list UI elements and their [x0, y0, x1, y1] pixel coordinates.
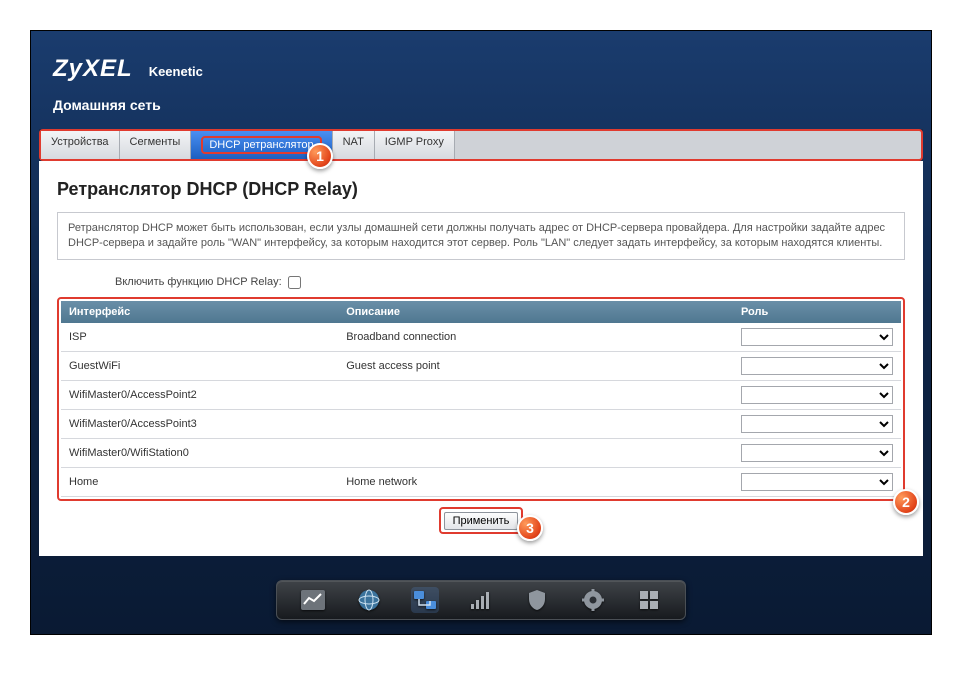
content-shell: Устройства Сегменты DHCP ретранслятор NA…	[39, 129, 923, 556]
cell-role	[733, 409, 901, 438]
table-row: HomeHome network	[61, 467, 901, 496]
model-label: Keenetic	[149, 64, 203, 79]
tab-devices[interactable]: Устройства	[41, 131, 120, 159]
brand-logo: ZyXEL	[53, 55, 133, 83]
cell-description: Home network	[338, 467, 733, 496]
dock-wrap	[31, 556, 931, 634]
role-select[interactable]	[741, 473, 893, 491]
globe-icon	[358, 589, 380, 611]
cell-interface: Home	[61, 467, 338, 496]
role-select[interactable]	[741, 328, 893, 346]
stats-icon	[301, 590, 325, 610]
dock-network[interactable]	[411, 587, 439, 613]
cell-description	[338, 438, 733, 467]
dock-wifi[interactable]	[467, 587, 495, 613]
apply-row: Применить 3	[57, 507, 905, 534]
section-title: Домашняя сеть	[53, 97, 909, 113]
role-select[interactable]	[741, 357, 893, 375]
info-text: Ретранслятор DHCP может быть использован…	[57, 212, 905, 260]
cell-description	[338, 409, 733, 438]
tab-dhcp-relay-highlight: DHCP ретранслятор	[201, 136, 321, 154]
apps-icon	[639, 590, 659, 610]
app-window: ZyXEL Keenetic Домашняя сеть Устройства …	[30, 30, 932, 635]
network-icon	[412, 589, 438, 611]
cell-role	[733, 323, 901, 352]
cell-interface: WifiMaster0/AccessPoint3	[61, 409, 338, 438]
interface-table-highlight: Интерфейс Описание Роль ISPBroadband con…	[57, 297, 905, 501]
cell-interface: ISP	[61, 323, 338, 352]
tab-bar: Устройства Сегменты DHCP ретранслятор NA…	[39, 129, 923, 161]
dock-settings[interactable]	[579, 587, 607, 613]
header: ZyXEL Keenetic Домашняя сеть	[31, 49, 931, 121]
table-row: WifiMaster0/WifiStation0	[61, 438, 901, 467]
cell-role	[733, 380, 901, 409]
apply-button[interactable]: Применить	[444, 512, 519, 530]
dock-shield[interactable]	[523, 587, 551, 613]
tab-nat[interactable]: NAT	[333, 131, 375, 159]
cell-interface: WifiMaster0/AccessPoint2	[61, 380, 338, 409]
dock-apps[interactable]	[635, 587, 663, 613]
page-heading: Ретранслятор DHCP (DHCP Relay)	[57, 179, 905, 200]
tab-igmp-proxy[interactable]: IGMP Proxy	[375, 131, 455, 159]
callout-marker-2: 2	[893, 489, 919, 515]
table-row: WifiMaster0/AccessPoint3	[61, 409, 901, 438]
cell-interface: GuestWiFi	[61, 351, 338, 380]
dock	[276, 580, 686, 620]
cell-role	[733, 351, 901, 380]
main-panel: Ретранслятор DHCP (DHCP Relay) Ретрансля…	[39, 161, 923, 556]
enable-row: Включить функцию DHCP Relay:	[57, 272, 905, 297]
apply-highlight: Применить	[439, 507, 524, 534]
role-select[interactable]	[741, 415, 893, 433]
cell-description: Broadband connection	[338, 323, 733, 352]
interface-table: Интерфейс Описание Роль ISPBroadband con…	[61, 301, 901, 497]
table-row: GuestWiFiGuest access point	[61, 351, 901, 380]
col-role: Роль	[733, 301, 901, 323]
col-interface: Интерфейс	[61, 301, 338, 323]
dock-globe[interactable]	[355, 587, 383, 613]
col-description: Описание	[338, 301, 733, 323]
cell-role	[733, 438, 901, 467]
cell-description	[338, 380, 733, 409]
cell-interface: WifiMaster0/WifiStation0	[61, 438, 338, 467]
callout-marker-1: 1	[307, 143, 333, 169]
cell-role	[733, 467, 901, 496]
cell-description: Guest access point	[338, 351, 733, 380]
tab-segments[interactable]: Сегменты	[120, 131, 192, 159]
table-row: WifiMaster0/AccessPoint2	[61, 380, 901, 409]
callout-marker-3: 3	[517, 515, 543, 541]
enable-label: Включить функцию DHCP Relay:	[115, 276, 282, 288]
table-row: ISPBroadband connection	[61, 323, 901, 352]
wifi-bars-icon	[470, 590, 492, 610]
role-select[interactable]	[741, 444, 893, 462]
role-select[interactable]	[741, 386, 893, 404]
gear-icon	[582, 589, 604, 611]
dock-stats[interactable]	[299, 587, 327, 613]
shield-icon	[527, 589, 547, 611]
enable-dhcp-relay-checkbox[interactable]	[288, 276, 301, 289]
